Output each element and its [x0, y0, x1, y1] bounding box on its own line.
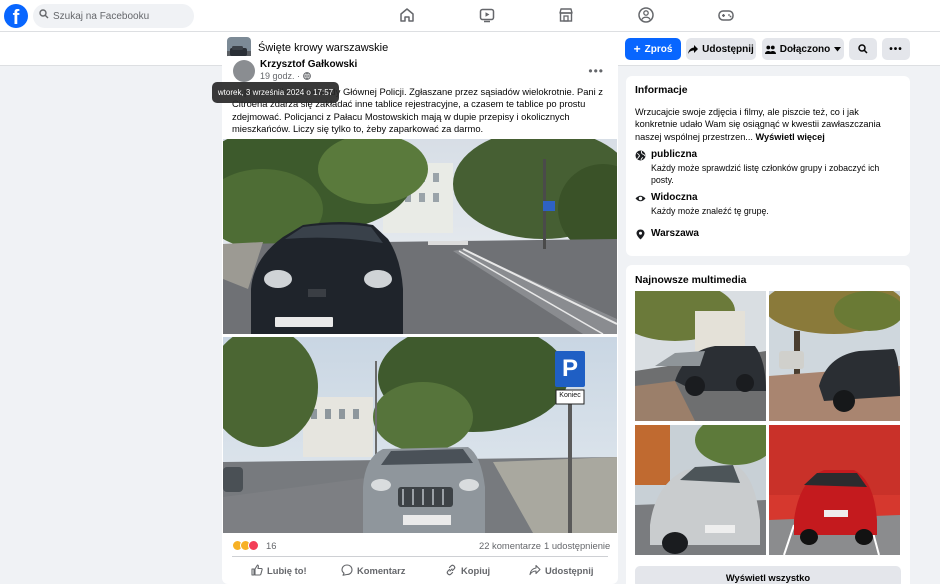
more-dots-icon: ••• [889, 43, 903, 55]
plus-icon: + [633, 42, 641, 56]
more-options-button[interactable]: ••• [882, 38, 910, 60]
top-navigation: f [0, 0, 940, 32]
share-group-button[interactable]: Udostępnij [686, 38, 756, 60]
info-title: Informacje [635, 85, 688, 96]
post-author[interactable]: Krzysztof Gałkowski [260, 59, 357, 70]
media-thumbnail-4[interactable] [769, 425, 900, 555]
share-label: Udostępnij [545, 564, 594, 576]
groups-icon[interactable] [637, 6, 655, 24]
facebook-logo-icon[interactable]: f [4, 4, 28, 28]
invite-button-label: Zproś [644, 43, 673, 55]
comment-button[interactable]: Komentarz [341, 562, 405, 578]
post-photo-jeep[interactable]: P Koniec [223, 337, 617, 533]
home-icon[interactable] [398, 6, 416, 24]
visibility-title: Widoczna [651, 192, 698, 203]
members-icon [764, 45, 776, 54]
media-title: Najnowsze multimedia [635, 275, 747, 286]
invite-button[interactable]: + Zproś [625, 38, 681, 60]
info-description: Wrzucajcie swoje zdjęcia i filmy, ale pi… [635, 106, 903, 143]
search-icon [858, 44, 868, 54]
visibility-description: Każdy może znaleźć tę grupę. [651, 206, 769, 216]
media-thumbnail-1[interactable] [635, 291, 766, 421]
like-button[interactable]: Lubię to! [251, 562, 307, 578]
group-name[interactable]: Święte krowy warszawskie [258, 42, 388, 54]
comment-icon [341, 564, 353, 576]
location-pin-icon [636, 229, 645, 240]
media-thumbnail-3[interactable] [635, 425, 766, 555]
parking-sign-koniec: Koniec [559, 392, 581, 399]
comment-label: Komentarz [357, 564, 406, 576]
search-group-button[interactable] [849, 38, 877, 60]
author-avatar[interactable] [233, 60, 255, 82]
link-icon [446, 564, 456, 576]
post-divider [232, 556, 608, 557]
share-icon [529, 564, 541, 576]
share-group-label: Udostępnij [702, 43, 754, 55]
group-info-card: Informacje Wrzucajcie swoje zdjęcia i fi… [626, 76, 910, 256]
privacy-title: publiczna [651, 149, 698, 160]
timestamp-tooltip: wtorek, 3 września 2024 o 17:57 [212, 82, 339, 103]
post-timestamp[interactable]: 19 godz. · [260, 71, 311, 81]
search-box[interactable] [33, 4, 194, 28]
joined-button[interactable]: Dołączono [762, 38, 844, 60]
see-more-link[interactable]: Wyświetl więcej [756, 132, 825, 142]
parking-sign-p: P [561, 355, 578, 382]
recent-media-card: Najnowsze multimedia Wyświetl wszystko [626, 265, 910, 584]
search-input[interactable] [53, 4, 189, 28]
copy-label: Kopiuj [461, 564, 491, 576]
chevron-down-icon [834, 46, 842, 51]
media-thumbnail-2[interactable] [769, 291, 900, 421]
search-icon [39, 9, 49, 19]
reaction-icons[interactable] [232, 539, 259, 551]
post-photo-citroen[interactable] [223, 139, 617, 334]
copy-button[interactable]: Kopiuj [445, 562, 490, 578]
globe-icon [635, 150, 646, 161]
marketplace-icon[interactable] [557, 6, 575, 24]
thumbs-up-icon [251, 564, 263, 576]
video-icon[interactable] [478, 6, 496, 24]
like-label: Lubię to! [267, 564, 307, 576]
comment-count[interactable]: 22 komentarze [479, 540, 541, 551]
gaming-icon[interactable] [717, 6, 735, 24]
joined-label: Dołączono [779, 43, 831, 55]
show-all-media-button[interactable]: Wyświetl wszystko [635, 566, 901, 584]
location-label[interactable]: Warszawa [651, 228, 699, 239]
reaction-count[interactable]: 16 [266, 540, 276, 551]
share-count[interactable]: 1 udostępnienie [544, 540, 610, 551]
post-card: Krzysztof Gałkowski 19 godz. · ••• … pra… [222, 56, 618, 584]
eye-icon [635, 195, 646, 202]
privacy-description: Każdy może sprawdzić listę członków grup… [651, 163, 880, 185]
love-reaction-icon [248, 539, 259, 551]
post-options-icon[interactable]: ••• [588, 64, 604, 78]
share-button[interactable]: Udostępnij [529, 562, 593, 578]
post-time[interactable]: 19 godz. [260, 71, 295, 81]
globe-icon [302, 72, 311, 80]
share-arrow-icon [688, 44, 699, 54]
